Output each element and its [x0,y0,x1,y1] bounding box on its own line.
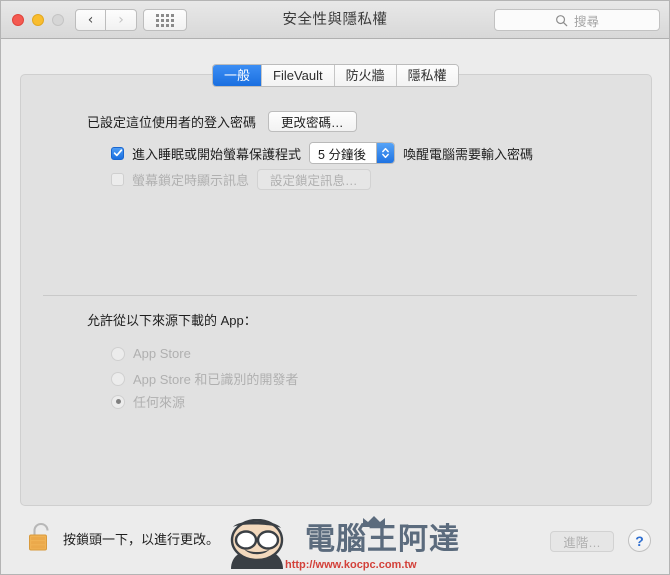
radio-app-store-label: App Store [133,346,191,361]
download-source-option-anywhere: 任何來源 [111,392,185,411]
security-privacy-window: ‹ › 安全性與隱私權 搜尋 一般 FileVault 防火牆 隱私權 已設定這… [0,0,670,575]
lock-hint-text: 按鎖頭一下，以進行更改。 [63,532,220,547]
set-lock-message-button: 設定鎖定訊息… [257,169,371,190]
tab-general[interactable]: 一般 [213,65,263,86]
change-password-button[interactable]: 更改密碼… [268,111,357,132]
lock-message-checkbox [111,173,124,186]
download-sources-title: 允許從以下來源下載的 App： [87,313,257,328]
require-password-delay-value: 5 分鐘後 [310,143,376,163]
lock-message-row: 螢幕鎖定時顯示訊息 設定鎖定訊息… [111,169,371,190]
preference-tabs: 一般 FileVault 防火牆 隱私權 [212,64,459,87]
search-placeholder: 搜尋 [573,14,599,29]
download-sources-title-row: 允許從以下來源下載的 App： [87,310,257,329]
download-source-option-appstore-identified: App Store 和已識別的開發者 [111,369,298,388]
search-icon [556,14,568,26]
lock-message-label: 螢幕鎖定時顯示訊息 [132,173,250,188]
radio-anywhere [111,394,125,409]
tab-firewall[interactable]: 防火牆 [334,65,397,86]
content-panel [20,74,652,506]
download-source-option-appstore: App Store [111,346,191,361]
require-password-checkbox[interactable] [111,146,124,160]
radio-app-store [111,346,125,361]
section-divider [43,295,637,296]
require-password-label-before: 進入睡眠或開始螢幕保護程式 [132,146,302,162]
search-input[interactable]: 搜尋 [494,9,660,31]
radio-app-store-identified-developers-label: App Store 和已識別的開發者 [133,372,299,387]
advanced-button: 進階… [550,531,614,552]
watermark-brand: 電腦王阿達 [305,523,460,556]
login-password-status: 已設定這位使用者的登入密碼 [87,115,257,130]
watermark-url: http://www.kocpc.com.tw [285,559,417,571]
login-password-row: 已設定這位使用者的登入密碼 更改密碼… [87,111,357,132]
tab-filevault[interactable]: FileVault [262,65,335,86]
require-password-label-after: 喚醒電腦需要輸入密碼 [402,146,533,162]
radio-anywhere-label: 任何來源 [133,395,186,410]
window-titlebar: ‹ › 安全性與隱私權 搜尋 [1,1,669,39]
require-password-row: 進入睡眠或開始螢幕保護程式 5 分鐘後 喚醒電腦需要輸入密碼 [111,142,533,164]
require-password-delay-popup[interactable]: 5 分鐘後 [309,142,395,164]
lock-open-icon[interactable] [28,522,54,552]
chevron-updown-icon [375,143,394,163]
radio-app-store-identified-developers [111,371,125,386]
help-button[interactable]: ? [628,529,651,552]
tab-privacy[interactable]: 隱私權 [396,65,458,86]
checkmark-icon [113,149,122,157]
watermark: 電腦王阿達 http://www.kocpc.com.tw [217,516,459,573]
